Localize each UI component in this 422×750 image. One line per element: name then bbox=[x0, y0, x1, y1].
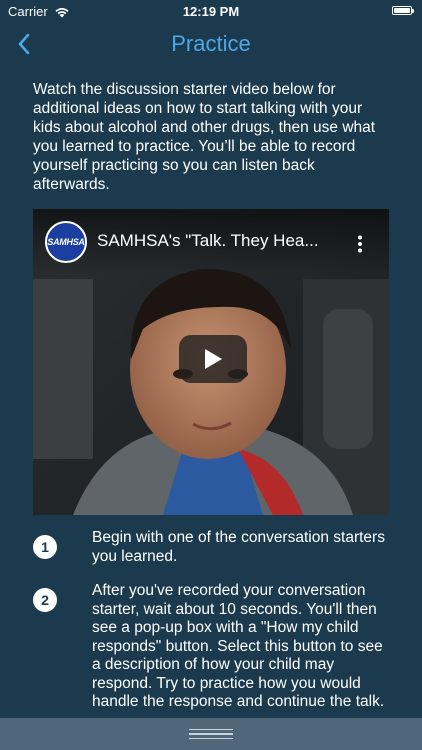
step-text: After you've recorded your conversation … bbox=[92, 582, 385, 710]
video-player[interactable]: SAMHSA SAMHSA's "Talk. They Hea... bbox=[33, 209, 389, 515]
play-button[interactable] bbox=[179, 335, 247, 383]
channel-logo-text: SAMHSA bbox=[47, 237, 85, 247]
back-button[interactable] bbox=[10, 30, 38, 58]
step-text: Begin with one of the conversation start… bbox=[92, 529, 385, 565]
drag-handle[interactable] bbox=[189, 728, 233, 740]
practice-screen: Carrier 12:19 PM Practice Watch the disc… bbox=[0, 0, 422, 750]
step-number-badge: 2 bbox=[33, 588, 57, 612]
navigation-bar: Practice bbox=[0, 22, 422, 66]
step-item: 1 Begin with one of the conversation sta… bbox=[0, 529, 422, 566]
channel-logo[interactable]: SAMHSA bbox=[45, 221, 87, 263]
status-time: 12:19 PM bbox=[182, 4, 240, 19]
step-item: 2 After you've recorded your conversatio… bbox=[0, 582, 422, 712]
play-icon bbox=[205, 349, 222, 369]
chevron-left-icon bbox=[18, 33, 30, 55]
bottom-drawer-bar[interactable] bbox=[0, 718, 422, 750]
intro-text: Watch the discussion starter video below… bbox=[33, 81, 376, 193]
video-title[interactable]: SAMHSA's "Talk. They Hea... bbox=[97, 231, 341, 251]
practice-content[interactable]: Watch the discussion starter video below… bbox=[0, 80, 422, 720]
status-bar: Carrier 12:19 PM bbox=[0, 0, 422, 22]
more-vertical-icon[interactable] bbox=[357, 235, 363, 253]
steps-list: 1 Begin with one of the conversation sta… bbox=[0, 529, 422, 712]
battery-icon bbox=[392, 6, 414, 15]
step-number-badge: 1 bbox=[33, 535, 57, 559]
page-title: Practice bbox=[171, 31, 251, 56]
